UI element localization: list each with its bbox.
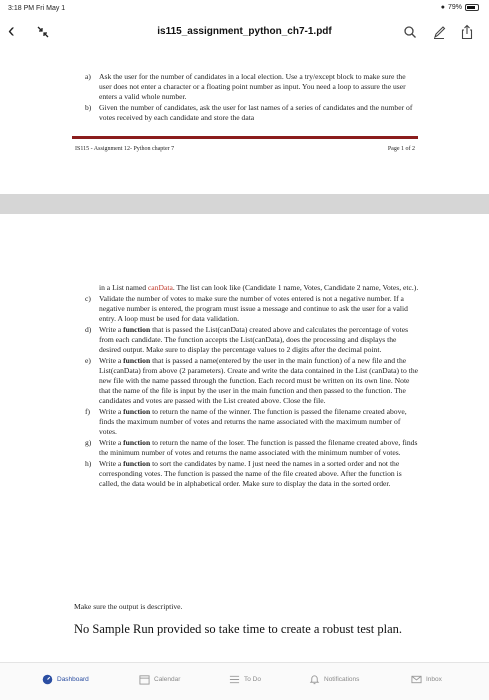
test-plan-note: No Sample Run provided so take time to c… bbox=[74, 622, 403, 636]
tab-dashboard[interactable]: Dashboard bbox=[42, 674, 89, 685]
item-bold: function bbox=[123, 356, 151, 365]
tab-label: To Do bbox=[244, 676, 261, 683]
page-number: Page 1 of 2 bbox=[387, 146, 415, 152]
tab-calendar[interactable]: Calendar bbox=[139, 674, 180, 685]
item-label: a) bbox=[85, 72, 91, 81]
list-item: g) Write a function to return the name o… bbox=[85, 438, 420, 458]
item-label: b) bbox=[85, 103, 92, 112]
item-bold: function bbox=[123, 325, 151, 334]
item-text: in a List named bbox=[99, 283, 148, 292]
dashboard-icon bbox=[42, 674, 53, 685]
item-label: g) bbox=[85, 438, 92, 447]
tab-label: Notifications bbox=[324, 676, 360, 683]
todo-list-icon bbox=[229, 675, 240, 684]
item-text: Validate the number of votes to make sur… bbox=[99, 294, 408, 323]
item-label: f) bbox=[85, 407, 91, 416]
status-right: ● 79% bbox=[441, 4, 479, 11]
item-pre: Write a bbox=[99, 459, 124, 468]
item-pre: Write a bbox=[99, 438, 124, 447]
list-item: d) Write a function that is passed the L… bbox=[85, 325, 420, 355]
tab-todo[interactable]: To Do bbox=[229, 674, 261, 685]
tab-label: Dashboard bbox=[57, 676, 89, 683]
item-pre: Write a bbox=[99, 407, 124, 416]
item-pre: Write a bbox=[99, 356, 124, 365]
bell-icon bbox=[309, 675, 320, 685]
list-name-highlight: canData bbox=[147, 283, 173, 292]
page-footer-title: IS115 - Assignment 12- Python chapter 7 bbox=[75, 146, 175, 152]
markup-pen-icon[interactable] bbox=[432, 24, 446, 40]
battery-fill bbox=[467, 6, 475, 9]
viewer-toolbar: ‹ is115_assignment_python_ch7-1.pdf bbox=[0, 16, 489, 50]
search-icon[interactable] bbox=[403, 24, 417, 40]
wifi-icon: ● bbox=[440, 4, 445, 11]
list-item: h) Write a function to sort the candidat… bbox=[85, 459, 420, 489]
status-time: 3:18 PM Fri May 1 bbox=[8, 5, 66, 12]
item-label: c) bbox=[85, 294, 91, 303]
list-item: f) Write a function to return the name o… bbox=[85, 407, 420, 437]
list-item: b) Given the number of candidates, ask t… bbox=[85, 103, 415, 123]
battery-percent: 79% bbox=[447, 4, 462, 11]
calendar-icon bbox=[139, 675, 150, 685]
list-item: a) Ask the user for the number of candid… bbox=[85, 72, 415, 102]
item-text: Ask the user for the number of candidate… bbox=[99, 72, 406, 101]
item-bold: function bbox=[123, 459, 151, 468]
page2-item-list: in a List named canData. The list can lo… bbox=[85, 283, 420, 490]
bottom-tab-bar: Dashboard Calendar To Do Notifications I… bbox=[0, 662, 489, 700]
tab-notifications[interactable]: Notifications bbox=[309, 674, 359, 685]
page1-item-list: a) Ask the user for the number of candid… bbox=[85, 72, 415, 124]
list-item: c) Validate the number of votes to make … bbox=[85, 294, 420, 324]
inbox-envelope-icon bbox=[411, 675, 422, 684]
item-label: h) bbox=[85, 459, 92, 468]
item-bold: function bbox=[123, 438, 151, 447]
item-text: Given the number of candidates, ask the … bbox=[99, 103, 413, 122]
item-label: d) bbox=[85, 325, 92, 334]
page-gap bbox=[0, 194, 489, 214]
tab-label: Calendar bbox=[154, 676, 181, 683]
item-bold: function bbox=[123, 407, 151, 416]
tab-label: Inbox bbox=[426, 676, 442, 683]
tab-inbox[interactable]: Inbox bbox=[411, 674, 442, 685]
list-item: e) Write a function that is passed a nam… bbox=[85, 356, 420, 406]
status-bar: 3:18 PM Fri May 1 ● 79% bbox=[0, 0, 489, 16]
pdf-document[interactable]: a) Ask the user for the number of candid… bbox=[0, 50, 489, 662]
list-item-continuation: in a List named canData. The list can lo… bbox=[85, 283, 420, 293]
item-text: . The list can look like (Candidate 1 na… bbox=[172, 283, 419, 292]
output-note: Make sure the output is descriptive. bbox=[74, 602, 183, 611]
footer-divider bbox=[72, 136, 418, 139]
item-pre: Write a bbox=[99, 325, 124, 334]
share-icon[interactable] bbox=[460, 24, 474, 40]
battery-icon bbox=[465, 4, 479, 11]
item-label: e) bbox=[85, 356, 91, 365]
